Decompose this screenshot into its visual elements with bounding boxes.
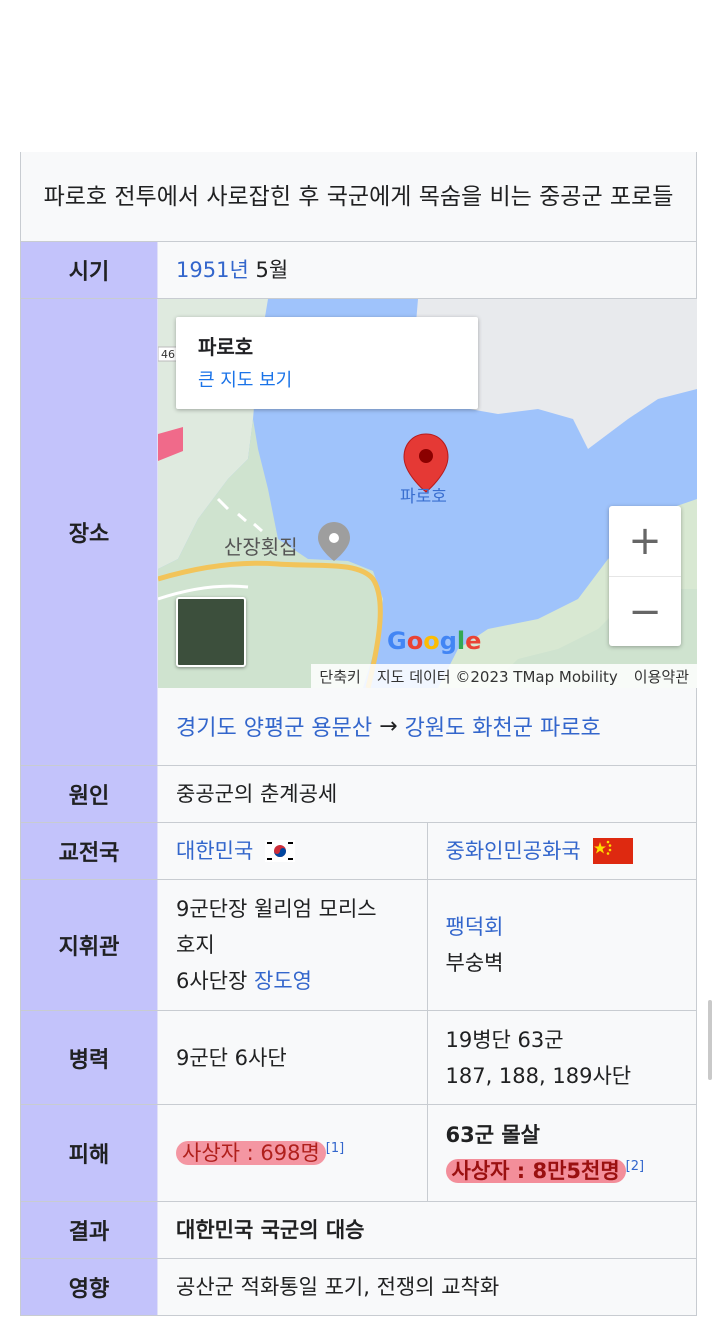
google-logo: Google (387, 627, 482, 655)
row-cause: 원인 중공군의 춘계공세 (21, 766, 696, 823)
commander-right-line2: 부숭벽 (445, 951, 504, 975)
casualties-right: 63군 몰살 사상자 : 8만5천명 [2] (426, 1105, 697, 1201)
commander-left-line2: 호지 (176, 933, 215, 957)
row-result: 결과 대한민국 국군의 대승 (21, 1202, 696, 1259)
location-text: 경기도 양평군 용문산 → 강원도 화천군 파로호 (158, 688, 697, 764)
china-link[interactable]: 중화인민공화국 (446, 833, 581, 869)
map-data-text: 지도 데이터 ©2023 TMap Mobility (376, 667, 618, 686)
korea-flag-icon (265, 840, 296, 862)
row-location: 장소 46 파로호 산장횟집 파로호 큰 지도 보기 + − Google 단축… (21, 299, 697, 766)
row-belligerents: 교전국 대한민국 중화인민공화국 (21, 823, 696, 880)
arrow-text: → (379, 713, 398, 739)
terms-link[interactable]: 이용약관 (634, 666, 689, 687)
strength-right-line2: 187, 188, 189사단 (445, 1063, 632, 1088)
china-flag-icon (592, 838, 633, 864)
belligerents-cells: 대한민국 중화인민공화국 (158, 823, 696, 879)
strength-right: 19병단 63군 187, 188, 189사단 (426, 1011, 697, 1104)
location-cell: 46 파로호 산장횟집 파로호 큰 지도 보기 + − Google 단축키 지… (158, 299, 697, 765)
road-badge: 46 (161, 348, 175, 361)
popup-link[interactable]: 큰 지도 보기 (198, 366, 456, 392)
ref-1-link[interactable]: [1] (326, 1141, 344, 1156)
ref-2-link[interactable]: [2] (626, 1159, 644, 1174)
strength-right-line1: 19병단 63군 (445, 1027, 564, 1052)
row-date: 시기 1951년 5월 (21, 242, 696, 299)
strength-cells: 9군단 6사단 19병단 63군 187, 188, 189사단 (158, 1011, 696, 1104)
row-strength: 병력 9군단 6사단 19병단 63군 187, 188, 189사단 (21, 1011, 696, 1105)
satellite-toggle-icon[interactable] (176, 597, 246, 667)
from-link[interactable]: 경기도 양평군 용문산 (176, 710, 372, 742)
result-value: 대한민국 국군의 대승 (158, 1202, 696, 1258)
commander-right: 팽덕회 부숭벽 (426, 880, 697, 1010)
year-link[interactable]: 1951년 (176, 258, 249, 282)
casualties-cells: 사상자 : 698명 [1] 63군 몰살 사상자 : 8만5천명 [2] (158, 1105, 696, 1201)
commander-right-link[interactable]: 팽덕회 (446, 909, 679, 945)
casualties-right-value: 사상자 : 8만5천명 (445, 1159, 626, 1183)
date-value: 1951년 5월 (158, 242, 696, 298)
korea-link[interactable]: 대한민국 (176, 833, 253, 869)
label-cause: 원인 (21, 766, 158, 822)
belligerent-left: 대한민국 (158, 823, 427, 879)
marker-label: 파로호 (400, 487, 447, 507)
zoom-control: + − (609, 506, 681, 646)
row-effect: 영향 공산군 적화통일 포기, 전쟁의 교착화 (21, 1259, 696, 1316)
shortcuts-link[interactable]: 단축키 (319, 666, 360, 687)
strength-left: 9군단 6사단 (176, 1045, 287, 1070)
belligerent-right: 중화인민공화국 (426, 823, 697, 879)
location-map[interactable]: 46 파로호 산장횟집 파로호 큰 지도 보기 + − Google 단축키 지… (158, 299, 697, 688)
label-casualties: 피해 (21, 1105, 158, 1201)
infobox: 파로호 전투에서 사로잡힌 후 국군에게 목숨을 비는 중공군 포로들 시기 1… (20, 152, 697, 1316)
popup-title: 파로호 (198, 335, 254, 359)
label-belligerents: 교전국 (21, 823, 158, 879)
zoom-in-button[interactable]: + (609, 506, 681, 576)
zoom-out-button[interactable]: − (609, 576, 681, 647)
commander-left: 9군단장 윌리엄 모리스 호지 6사단장 장도영 (158, 880, 427, 1010)
map-popup: 파로호 큰 지도 보기 (176, 317, 478, 409)
label-result: 결과 (21, 1202, 158, 1258)
casualties-left-value: 사상자 : 698명 (176, 1141, 326, 1165)
row-commanders: 지휘관 9군단장 윌리엄 모리스 호지 6사단장 장도영 팽덕회 부숭벽 (21, 880, 696, 1011)
place-label[interactable]: 산장횟집 (224, 531, 298, 560)
label-commanders: 지휘관 (21, 880, 158, 1010)
casualties-left: 사상자 : 698명 [1] (158, 1105, 427, 1201)
scrollbar[interactable] (708, 1000, 712, 1080)
commander-left-link[interactable]: 장도영 (254, 969, 312, 993)
effect-value: 공산군 적화통일 포기, 전쟁의 교착화 (158, 1259, 696, 1315)
row-casualties: 피해 사상자 : 698명 [1] 63군 몰살 사상자 : 8만5천명 [2] (21, 1105, 696, 1202)
commander-left-line1: 9군단장 윌리엄 모리스 (176, 897, 377, 921)
commanders-cells: 9군단장 윌리엄 모리스 호지 6사단장 장도영 팽덕회 부숭벽 (158, 880, 696, 1010)
map-attribution: 단축키 지도 데이터 ©2023 TMap Mobility 이용약관 (311, 664, 697, 688)
label-location: 장소 (21, 299, 158, 765)
infobox-caption: 파로호 전투에서 사로잡힌 후 국군에게 목숨을 비는 중공군 포로들 (21, 152, 696, 242)
commander-left-prefix: 6사단장 (176, 969, 248, 993)
label-strength: 병력 (21, 1011, 158, 1104)
casualties-right-line1: 63군 몰살 (445, 1123, 541, 1147)
label-date: 시기 (21, 242, 158, 298)
label-effect: 영향 (21, 1259, 158, 1315)
month-text: 5월 (255, 258, 289, 282)
to-link[interactable]: 강원도 화천군 파로호 (405, 710, 601, 742)
cause-value: 중공군의 춘계공세 (158, 766, 696, 822)
